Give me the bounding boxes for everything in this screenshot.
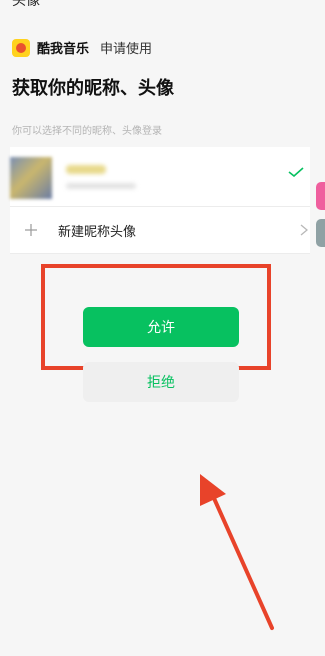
check-icon [288, 167, 304, 177]
blurred-nickname [66, 165, 106, 174]
side-tab-pink [316, 182, 325, 210]
plus-icon [25, 224, 37, 236]
app-request-text: 申请使用 [100, 42, 153, 57]
app-info-row: 酷我音乐 申请使用 [12, 38, 152, 57]
allow-button[interactable]: 允许 [83, 307, 239, 347]
page-title: 获取你的昵称、头像 [12, 78, 174, 99]
top-clipped-text: 头像 [12, 0, 40, 9]
blurred-subtext [66, 183, 136, 189]
kuwo-logo-icon [12, 38, 30, 57]
avatar [10, 157, 52, 199]
side-tab-gray [316, 219, 325, 247]
new-nickname-avatar-label: 新建昵称头像 [58, 225, 137, 240]
app-name: 酷我音乐 [37, 42, 90, 57]
page-hint: 你可以选择不同的昵称、头像登录 [12, 126, 162, 137]
chevron-right-icon [300, 224, 308, 236]
reject-button[interactable]: 拒绝 [83, 362, 239, 402]
new-nickname-avatar-item[interactable]: 新建昵称头像 [10, 207, 310, 254]
account-list: 新建昵称头像 [10, 147, 310, 254]
account-item-selected[interactable] [10, 147, 310, 207]
